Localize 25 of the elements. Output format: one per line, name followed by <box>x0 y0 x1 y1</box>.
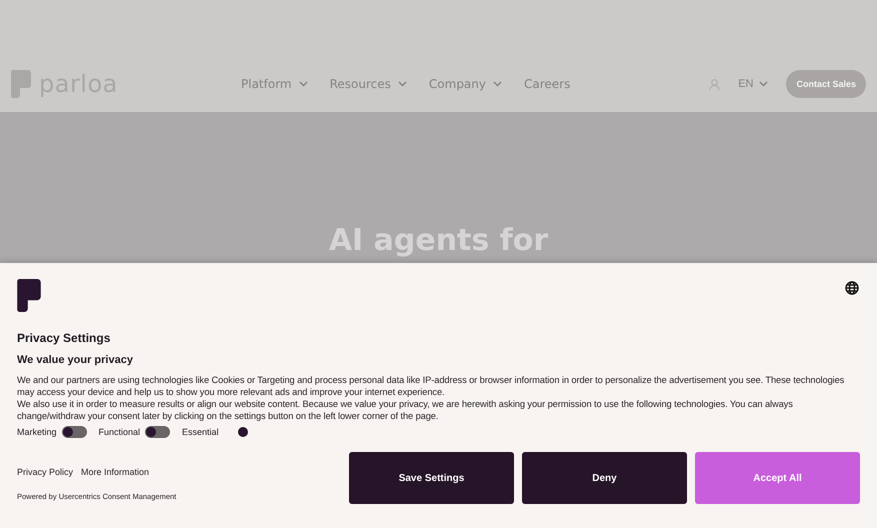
toggle-label: Functional <box>98 427 140 437</box>
toggle-label: Marketing <box>17 427 57 437</box>
nav-link[interactable]: Resources <box>330 77 407 91</box>
globe-icon[interactable] <box>845 281 859 295</box>
consent-button[interactable]: Save Settings <box>349 452 514 504</box>
nav-link[interactable]: Careers <box>524 77 570 91</box>
chevron-down-icon <box>493 81 502 87</box>
footer-link[interactable]: Privacy Policy <box>17 467 74 477</box>
footer-link[interactable]: More Information <box>81 467 150 477</box>
nav-link[interactable]: Platform <box>241 77 308 91</box>
consent-button[interactable]: Accept All <box>695 452 860 504</box>
consent-text: We and our partners are using technologies like Cookies or Targeting and process personal data like IP-address or browser information in order to personalize the advertisement you see. These technologies may access your device and help us to show you more relevant ads and improve your internet experience. We also use it in order to measure results or align our website content. Because we value your privacy, we are herewith asking your permission to use the following technologies. You can always change/withdraw your consent later by clicking on the settings button on the left lower corner of the page. <box>17 374 846 422</box>
toggle-switch[interactable] <box>62 426 87 438</box>
chevron-down-icon <box>398 81 407 87</box>
banner-title: Privacy Settings <box>17 331 112 345</box>
banner-subtitle: We value your privacy <box>17 354 134 366</box>
toggle-label: Essential <box>182 427 219 437</box>
language-selector[interactable]: EN <box>738 78 768 90</box>
consent-button[interactable]: Deny <box>522 452 687 504</box>
nav-link[interactable]: Company <box>428 77 502 91</box>
chevron-down-icon <box>759 81 768 87</box>
toggle-switch[interactable] <box>145 426 170 438</box>
brand-logo-icon <box>17 279 41 312</box>
chevron-down-icon <box>298 81 308 87</box>
contact-sales-button[interactable]: Contact Sales <box>786 70 866 98</box>
